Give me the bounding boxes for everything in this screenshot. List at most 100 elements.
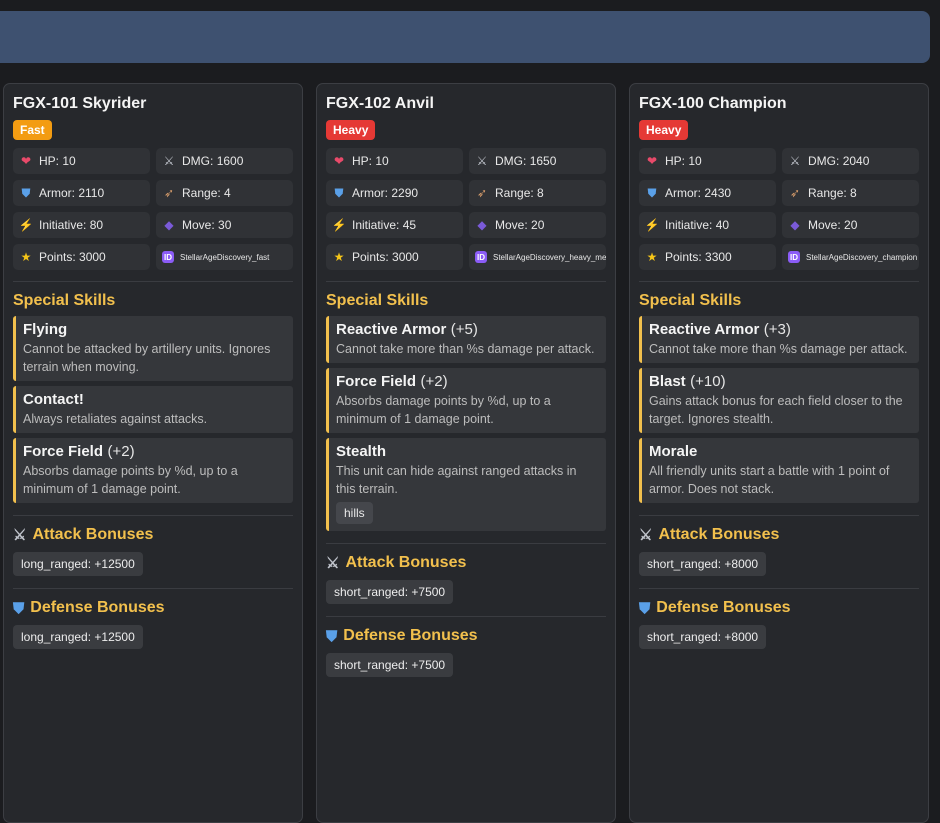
section-title-text: Defense Bonuses <box>343 627 478 644</box>
shield-icon: ⛊ <box>647 185 657 200</box>
stat-value: 3000 <box>79 250 106 264</box>
stat-dmg: ⚔ DMG: 1650 <box>469 148 606 174</box>
stat-range: ➶ Range: 4 <box>156 180 293 206</box>
stat-hp: ❤ HP: 10 <box>639 148 776 174</box>
skill-item: Flying Cannot be attacked by artillery un… <box>13 316 293 381</box>
skill-level: (+2) <box>420 373 448 390</box>
heart-icon: ❤ <box>20 154 32 168</box>
defense-bonuses-heading: ⛊ Defense Bonuses <box>639 599 919 617</box>
divider <box>639 588 919 589</box>
skill-item: Reactive Armor (+5) Cannot take more than… <box>326 316 606 363</box>
defense-bonus-pill: long_ranged: +12500 <box>13 625 143 649</box>
skill-item: Blast (+10) Gains attack bonus for each f… <box>639 368 919 433</box>
stat-value: 1600 <box>216 154 244 168</box>
unit-id: StellarAgeDiscovery_heavy_melee <box>493 252 606 262</box>
stat-value: 2110 <box>78 186 105 200</box>
skill-header: Morale <box>649 443 911 461</box>
defense-bonus-pill: short_ranged: +7500 <box>326 653 454 677</box>
stat-value: 80 <box>89 218 104 232</box>
id-icon: ID <box>475 251 487 263</box>
skill-description: Gains attack bonus for each field closer… <box>649 394 903 426</box>
section-title-text: Special Skills <box>13 292 116 309</box>
shield-icon: ⛊ <box>21 185 31 200</box>
stat-dmg: ⚔ DMG: 1600 <box>156 148 293 174</box>
defense-bonus-list: short_ranged: +7500 <box>326 651 606 677</box>
skill-item: Force Field (+2) Absorbs damage points by… <box>13 438 293 503</box>
defense-bonuses-heading: ⛊ Defense Bonuses <box>13 599 293 617</box>
defense-bonus-pill: short_ranged: +8000 <box>639 625 767 649</box>
stat-label: Armor: <box>39 186 75 200</box>
stat-value: 8 <box>850 186 857 200</box>
stat-range: ➶ Range: 8 <box>782 180 919 206</box>
skill-header: Reactive Armor (+3) <box>649 321 911 339</box>
special-skills-heading: Special Skills <box>639 292 919 310</box>
skill-name: Reactive Armor <box>649 321 760 338</box>
header-bar <box>0 11 930 63</box>
skill-description: Cannot take more than %s damage per atta… <box>649 342 908 356</box>
stat-value: 3300 <box>705 250 732 264</box>
section-title-text: Attack Bonuses <box>658 526 780 543</box>
skill-item: Force Field (+2) Absorbs damage points by… <box>326 368 606 433</box>
stat-move: ◆ Move: 20 <box>782 212 919 238</box>
skill-description: Always retaliates against attacks. <box>23 412 208 426</box>
unit-id: StellarAgeDiscovery_champion <box>806 252 918 262</box>
section-title-text: Defense Bonuses <box>30 599 165 616</box>
stat-label: HP: <box>39 154 60 168</box>
special-skills-heading: Special Skills <box>13 292 293 310</box>
lightning-icon: ⚡ <box>18 218 34 232</box>
stat-label: Move: <box>495 218 528 232</box>
stat-value: 1650 <box>529 154 557 168</box>
stat-label: Armor: <box>352 186 388 200</box>
stat-id: ID StellarAgeDiscovery_fast <box>156 244 293 270</box>
skill-header: Contact! <box>23 391 285 409</box>
attack-bonus-list: short_ranged: +8000 <box>639 550 919 576</box>
stat-points: ★ Points: 3000 <box>326 244 463 270</box>
stat-label: Range: <box>182 186 221 200</box>
star-icon: ★ <box>333 250 345 264</box>
stat-initiative: ⚡ Initiative: 45 <box>326 212 463 238</box>
skill-name: Flying <box>23 321 68 338</box>
crossed-swords-icon: ⚔ <box>476 154 488 168</box>
stat-value: 2290 <box>391 186 419 200</box>
stat-label: Move: <box>182 218 215 232</box>
attack-bonuses-heading: ⚔ Attack Bonuses <box>13 526 293 544</box>
stat-initiative: ⚡ Initiative: 40 <box>639 212 776 238</box>
attack-bonus-pill: short_ranged: +7500 <box>326 580 454 604</box>
unit-type-badge: Heavy <box>326 120 376 140</box>
stat-value: 10 <box>62 154 76 168</box>
bow-arrow-icon: ➶ <box>789 186 801 200</box>
stat-dmg: ⚔ DMG: 2040 <box>782 148 919 174</box>
bow-arrow-icon: ➶ <box>476 186 488 200</box>
stat-label: Initiative: <box>352 218 400 232</box>
section-title-text: Attack Bonuses <box>32 526 154 543</box>
skill-header: Reactive Armor (+5) <box>336 321 598 339</box>
stat-id: ID StellarAgeDiscovery_champion <box>782 244 919 270</box>
stat-points: ★ Points: 3300 <box>639 244 776 270</box>
skill-description: Cannot be attacked by artillery units. I… <box>23 342 271 374</box>
skill-level: (+5) <box>450 321 478 338</box>
star-icon: ★ <box>646 250 658 264</box>
stat-value: 4 <box>224 186 231 200</box>
defense-bonus-list: long_ranged: +12500 <box>13 623 293 649</box>
unit-name: FGX-102 Anvil <box>326 95 434 112</box>
section-title-text: Special Skills <box>326 292 429 309</box>
crossed-swords-icon: ⚔ <box>639 527 653 544</box>
shield-icon: ⛊ <box>326 627 338 645</box>
skill-name: Reactive Armor <box>336 321 447 338</box>
stat-value: 45 <box>402 218 417 232</box>
skill-item: Morale All friendly units start a battle … <box>639 438 919 503</box>
attack-bonuses-heading: ⚔ Attack Bonuses <box>326 554 606 572</box>
section-title-text: Special Skills <box>639 292 742 309</box>
skill-item: Contact! Always retaliates against attack… <box>13 386 293 433</box>
crossed-swords-icon: ⚔ <box>326 555 340 572</box>
divider <box>13 588 293 589</box>
stat-label: Move: <box>808 218 841 232</box>
stat-value: 10 <box>375 154 389 168</box>
section-title-text: Attack Bonuses <box>345 554 467 571</box>
skill-header: Blast (+10) <box>649 373 911 391</box>
skill-description: Absorbs damage points by %d, up to a min… <box>23 464 238 496</box>
section-title-text: Defense Bonuses <box>656 599 791 616</box>
attack-bonus-pill: short_ranged: +8000 <box>639 552 767 576</box>
skill-description: Absorbs damage points by %d, up to a min… <box>336 394 551 426</box>
stat-label: Initiative: <box>665 218 713 232</box>
